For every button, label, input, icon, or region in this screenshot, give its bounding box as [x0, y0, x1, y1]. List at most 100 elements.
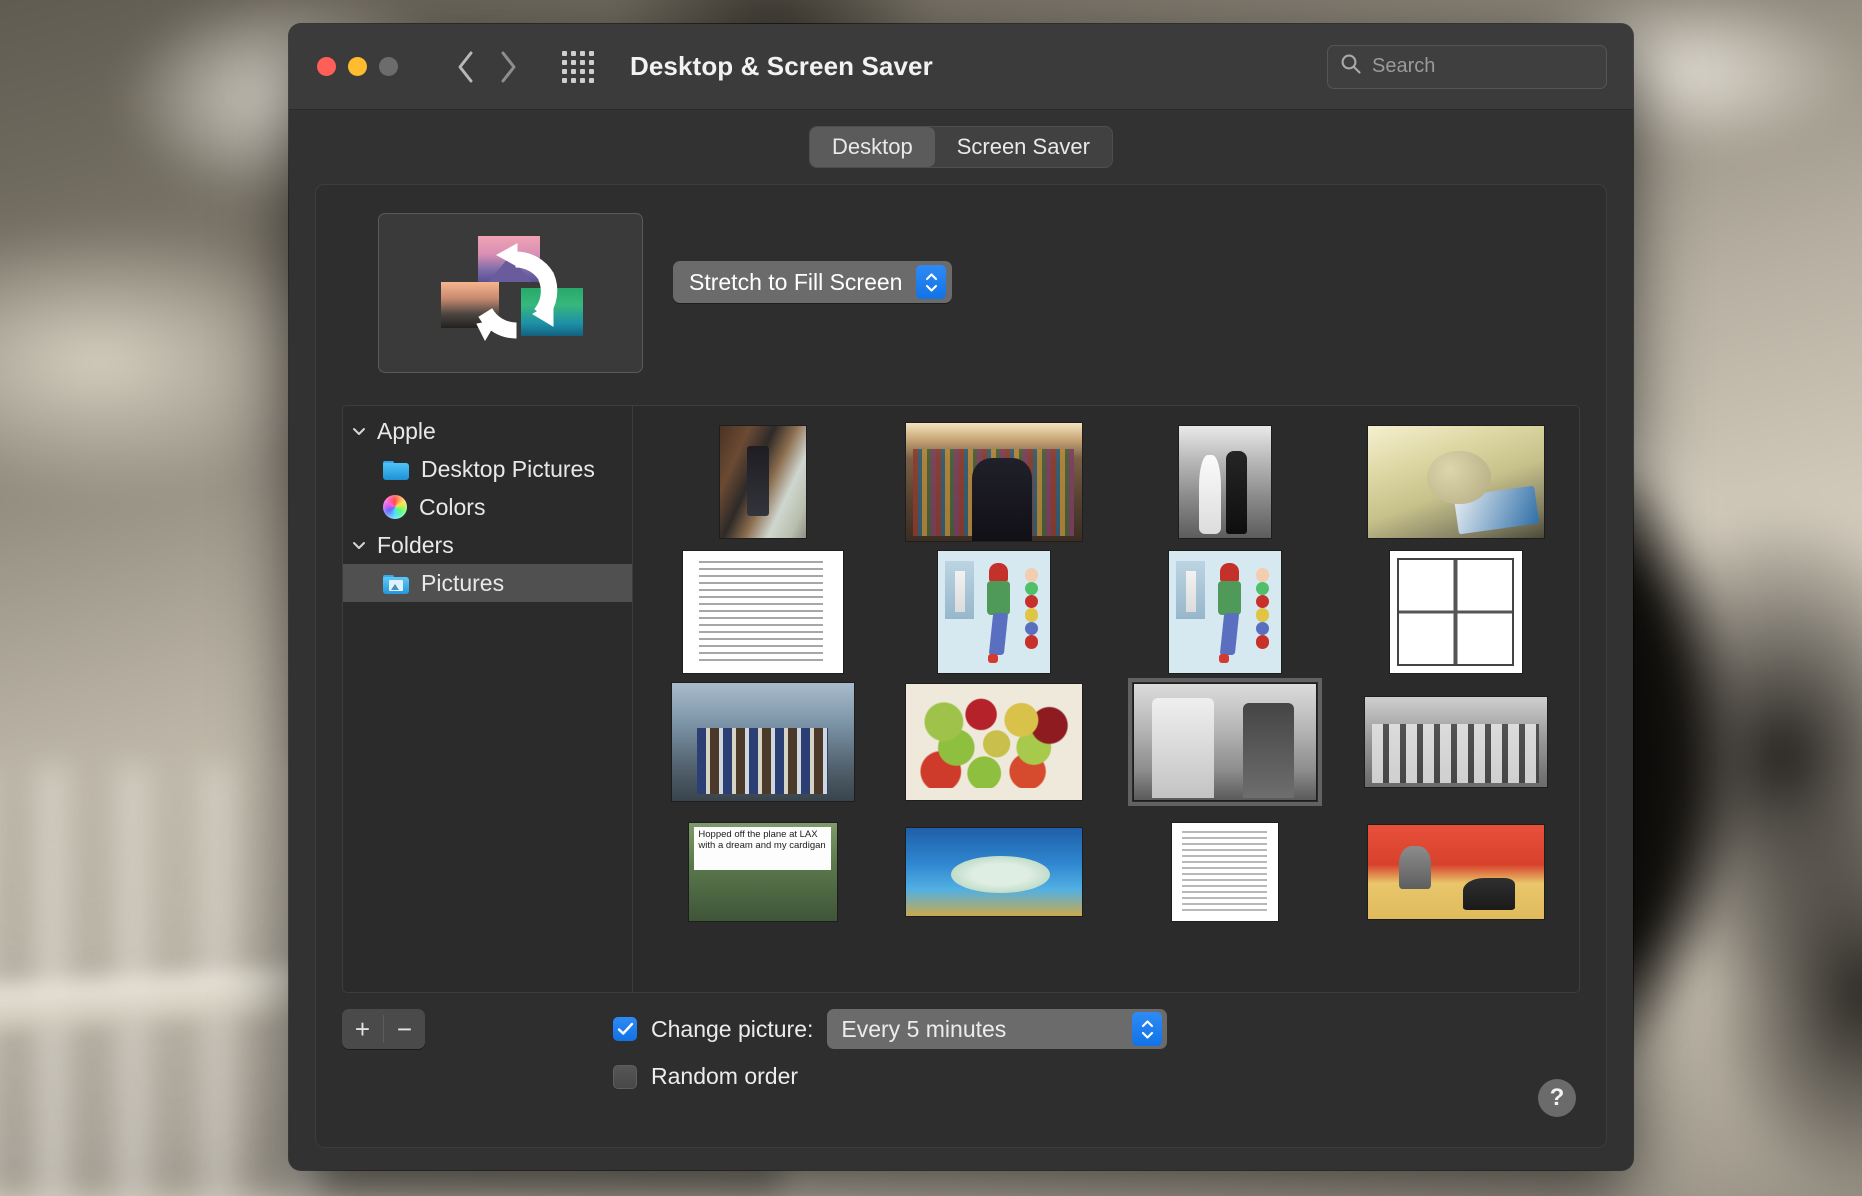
pixel-reference-photo [945, 560, 975, 620]
thumbnail-grid-pane[interactable]: Hopped off the plane at LAX with a dream… [632, 405, 1580, 993]
blue-folder-icon [383, 459, 409, 480]
rotating-desktop-pictures-icon [437, 234, 585, 352]
thumbnail-cell[interactable] [649, 550, 876, 674]
thumbnail-cell[interactable] [1342, 680, 1569, 804]
pixel-reference-photo [1176, 560, 1206, 620]
fill-mode-popup-button[interactable]: Stretch to Fill Screen [673, 261, 953, 303]
tumblr-text-post-screenshot[interactable] [1171, 823, 1278, 921]
random-order-checkbox[interactable] [613, 1064, 637, 1089]
courtroom-scene-still[interactable] [1364, 697, 1547, 787]
forward-chevron-icon[interactable] [498, 50, 518, 84]
meme-caption: Hopped off the plane at LAX with a dream… [694, 826, 831, 871]
add-folder-button[interactable]: + [342, 1009, 383, 1049]
sidebar-group-folders[interactable]: Folders [343, 526, 632, 564]
change-interval-value: Every 5 minutes [841, 1015, 1007, 1042]
rotation-arrows-icon [475, 243, 557, 342]
pixel-art-character[interactable] [937, 551, 1050, 673]
thumbnail-cell[interactable] [880, 810, 1107, 934]
change-interval-popup-button[interactable]: Every 5 minutes [827, 1009, 1168, 1049]
thumbnail-cell[interactable] [880, 550, 1107, 674]
pixel-art-character-copy[interactable] [1168, 551, 1281, 673]
thumbnail-cell[interactable] [649, 680, 876, 804]
up-down-stepper-icon[interactable] [916, 265, 947, 299]
remove-folder-button[interactable]: − [384, 1009, 425, 1049]
grid-dot [571, 50, 576, 56]
palette-dot [1024, 621, 1039, 636]
thumbnail-grid: Hopped off the plane at LAX with a dream… [649, 420, 1569, 934]
chevron-down-icon[interactable] [351, 532, 367, 559]
source-sidebar[interactable]: Apple Desktop Pictures Colors Folders Pi… [342, 405, 632, 993]
screenplay-page-document[interactable] [682, 551, 843, 673]
help-button[interactable]: ? [1538, 1079, 1576, 1117]
tab-group: Desktop Screen Saver [808, 126, 1113, 168]
traffic-light-group [317, 57, 398, 76]
four-panel-webcomic[interactable] [1389, 551, 1522, 673]
sidebar-item-colors[interactable]: Colors [343, 488, 632, 526]
window-title: Desktop & Screen Saver [630, 51, 933, 81]
thumbnail-cell[interactable] [880, 420, 1107, 544]
palette-dot [1024, 581, 1039, 595]
grid-dot [562, 68, 567, 74]
fill-mode-value: Stretch to Fill Screen [689, 268, 903, 295]
random-order-label: Random order [651, 1063, 799, 1089]
pile-of-apples-photo[interactable] [905, 684, 1082, 800]
chevron-down-icon[interactable] [351, 418, 367, 445]
thumbnail-cell[interactable] [1342, 550, 1569, 674]
sidebar-group-label: Apple [377, 417, 436, 444]
sidebar-group-apple[interactable]: Apple [343, 412, 632, 450]
checkmark-icon [617, 1022, 633, 1035]
close-button[interactable] [317, 57, 336, 76]
change-picture-label: Change picture: [651, 1015, 814, 1042]
grid-dot [571, 77, 576, 83]
pane-footer: + − Change picture: Every 5 minutes Rand… [342, 1009, 1580, 1125]
palette-dot [1024, 568, 1039, 582]
grid-dot [589, 77, 594, 83]
baby-yoda-lax-meme[interactable]: Hopped off the plane at LAX with a dream… [688, 823, 837, 921]
grid-dot [580, 50, 585, 56]
wedding-black-white-photo[interactable] [1178, 426, 1271, 538]
thumbnail-cell[interactable] [1111, 810, 1338, 934]
desktop-preview-well[interactable] [378, 213, 643, 373]
search-field[interactable]: Search [1327, 44, 1607, 89]
thumbnail-cell[interactable] [1111, 550, 1338, 674]
up-down-stepper-icon[interactable] [1132, 1012, 1163, 1046]
desk-with-plush-balls-photo[interactable] [1367, 426, 1544, 538]
palette-dot [1255, 568, 1270, 582]
tab-screen-saver[interactable]: Screen Saver [935, 127, 1112, 167]
system-preferences-window: Desktop & Screen Saver Search Desktop Sc… [289, 24, 1633, 1170]
photo-glyph [389, 579, 403, 591]
pixel-figure-head [1220, 563, 1239, 582]
back-chevron-icon[interactable] [456, 50, 476, 84]
show-all-grid-icon[interactable] [562, 50, 594, 83]
thumbnail-cell[interactable] [1111, 420, 1338, 544]
thumbnail-cell[interactable]: Hopped off the plane at LAX with a dream… [649, 810, 876, 934]
thumbnail-cell[interactable] [1342, 420, 1569, 544]
red-landscape-painting[interactable] [1367, 825, 1544, 919]
couple-in-library-photo[interactable] [905, 423, 1082, 541]
pixel-figure-head [989, 563, 1008, 582]
navigation-arrows [456, 50, 518, 84]
sidebar-group-label: Folders [377, 531, 454, 558]
cartoon-underwater-still[interactable] [905, 828, 1082, 916]
thumbnail-cell[interactable] [1111, 678, 1338, 806]
sidebar-item-pictures[interactable]: Pictures [343, 564, 632, 602]
palette-dot [1255, 594, 1270, 609]
grid-dot [562, 77, 567, 83]
grid-dot [589, 50, 594, 56]
sidebar-item-desktop-pictures[interactable]: Desktop Pictures [343, 450, 632, 488]
thumbnail-cell[interactable] [880, 680, 1107, 804]
palette-dot [1024, 635, 1039, 649]
zoom-button[interactable] [379, 57, 398, 76]
minimize-button[interactable] [348, 57, 367, 76]
footer-options: Change picture: Every 5 minutes Random o… [613, 1009, 1168, 1090]
tab-desktop[interactable]: Desktop [809, 127, 935, 167]
source-browser: Apple Desktop Pictures Colors Folders Pi… [342, 405, 1580, 993]
anchorman-street-scene[interactable] [671, 683, 854, 801]
couple-in-doorway-photo[interactable] [719, 426, 806, 538]
add-remove-folder-group: + − [342, 1009, 425, 1049]
change-picture-row: Change picture: Every 5 minutes [613, 1009, 1168, 1049]
to-kill-a-mockingbird-still[interactable] [1127, 678, 1322, 806]
thumbnail-cell[interactable] [649, 420, 876, 544]
thumbnail-cell[interactable] [1342, 810, 1569, 934]
change-picture-checkbox[interactable] [613, 1017, 637, 1041]
